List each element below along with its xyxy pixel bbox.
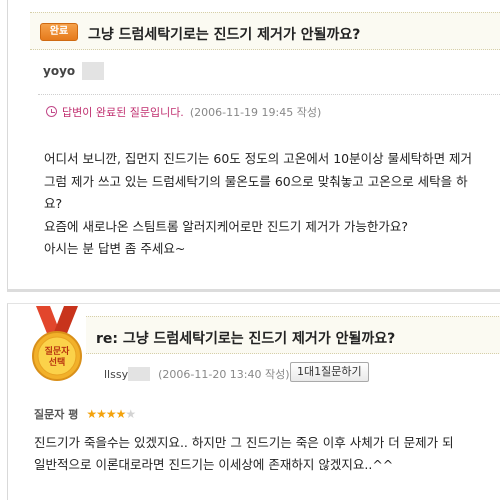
question-body-line: 그럼 제가 쓰고 있는 드럼세탁기의 물온도를 60으로 맞춰놓고 고온으로 세…: [44, 173, 468, 189]
answer-body: 진드기가 죽을수는 있겠지요.. 하지만 그 진드기는 죽은 이후 사체가 더 …: [34, 432, 500, 476]
question-body-line: 아시는 분 답변 좀 주세요~: [44, 241, 186, 256]
answer-header: re: 그냥 드럼세탁기로는 진드기 제거가 안될까요?: [86, 316, 500, 354]
author-redaction: [82, 62, 104, 80]
asker-rating: 질문자 평 ★★★★★: [34, 406, 136, 422]
selected-medal-icon: 질문자 선택: [28, 306, 86, 396]
answer-title: re: 그냥 드럼세탁기로는 진드기 제거가 안될까요?: [96, 331, 396, 347]
question-title: 그냥 드럼세탁기로는 진드기 제거가 안될까요?: [88, 27, 361, 43]
question-author[interactable]: yoyo: [43, 64, 75, 78]
answer-meta: llssy (2006-11-20 13:40 작성): [104, 366, 290, 382]
divider: [38, 94, 500, 95]
rating-label: 질문자 평: [34, 408, 79, 421]
question-date: (2006-11-19 19:45 작성): [189, 106, 322, 119]
question-card: 완료 그냥 드럼세탁기로는 진드기 제거가 안될까요? yoyo 답변이 완료된…: [7, 0, 500, 292]
medal-label-2: 선택: [48, 358, 66, 368]
question-body-line: 요?: [44, 196, 63, 211]
question-header: 완료 그냥 드럼세탁기로는 진드기 제거가 안될까요?: [30, 12, 500, 50]
clock-icon: [46, 106, 57, 117]
question-body: 어디서 보니깐, 집먼지 진드기는 60도 정도의 고온에서 10분이상 물세탁…: [44, 148, 500, 261]
one-on-one-question-button[interactable]: 1대1질문하기: [290, 362, 369, 382]
status-line: 답변이 완료된 질문입니다. (2006-11-19 19:45 작성): [46, 104, 321, 120]
star-empty-icon: ★: [125, 407, 136, 421]
author-redaction: [128, 367, 151, 381]
rating-stars: ★★★★★: [86, 407, 136, 421]
answer-body-line: 진드기가 죽을수는 있겠지요.. 하지만 그 진드기는 죽은 이후 사체가 더 …: [34, 435, 454, 450]
answer-card: 질문자 선택 re: 그냥 드럼세탁기로는 진드기 제거가 안될까요? llss…: [7, 303, 500, 500]
star-filled-icon: ★★★★: [86, 407, 126, 421]
status-badge: 완료: [40, 23, 78, 41]
answer-body-line: 일반적으로 이론대로라면 진드기는 이세상에 존재하지 않겠지요..^^: [34, 457, 394, 472]
answer-date: (2006-11-20 13:40 작성): [158, 368, 290, 381]
question-body-line: 어디서 보니깐, 집먼지 진드기는 60도 정도의 고온에서 10분이상 물세탁…: [44, 151, 473, 166]
question-body-line: 요즘에 새로나온 스팀트롬 알러지케어로만 진드기 제거가 가능한가요?: [44, 218, 408, 234]
answer-author[interactable]: llssy: [104, 368, 128, 381]
status-text: 답변이 완료된 질문입니다.: [62, 106, 184, 119]
